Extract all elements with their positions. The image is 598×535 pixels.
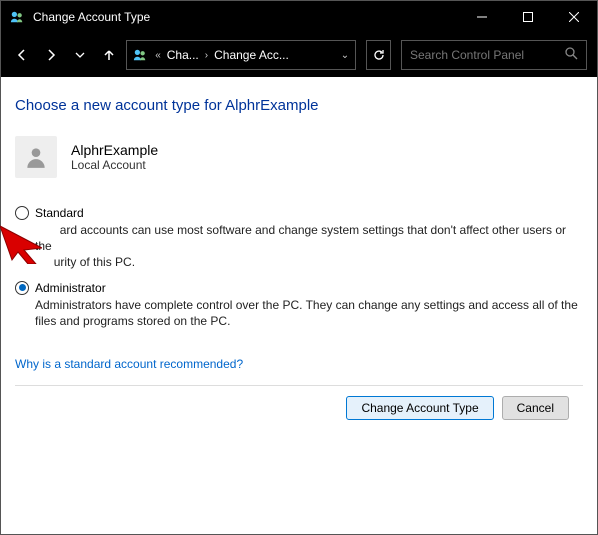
address-bar[interactable]: « Cha... › Change Acc... ⌄ xyxy=(126,40,356,70)
avatar xyxy=(15,136,57,178)
titlebar: Change Account Type xyxy=(1,1,597,33)
option-description: Administrators have complete control ove… xyxy=(15,295,583,329)
minimize-button[interactable] xyxy=(459,1,505,33)
users-icon xyxy=(133,47,149,63)
window-controls xyxy=(459,1,597,33)
content-area: Choose a new account type for AlphrExamp… xyxy=(1,77,597,430)
close-button[interactable] xyxy=(551,1,597,33)
option-description: Stanard accounts can use most software a… xyxy=(15,220,583,271)
user-summary: AlphrExample Local Account xyxy=(15,136,583,178)
option-standard[interactable]: Standard Stanard accounts can use most s… xyxy=(15,206,583,271)
refresh-button[interactable] xyxy=(366,40,391,70)
maximize-button[interactable] xyxy=(505,1,551,33)
window-title: Change Account Type xyxy=(33,10,459,24)
navbar: « Cha... › Change Acc... ⌄ xyxy=(1,33,597,77)
radio-administrator[interactable] xyxy=(15,281,29,295)
up-button[interactable] xyxy=(97,41,120,69)
dialog-footer: Change Account Type Cancel xyxy=(15,386,583,430)
back-button[interactable] xyxy=(11,41,34,69)
account-type-options: Standard Stanard accounts can use most s… xyxy=(15,206,583,329)
chevron-left-double-icon: « xyxy=(153,50,163,61)
cancel-button[interactable]: Cancel xyxy=(502,396,569,420)
change-account-type-button[interactable]: Change Account Type xyxy=(346,396,493,420)
forward-button[interactable] xyxy=(40,41,63,69)
chevron-right-icon: › xyxy=(203,50,210,61)
search-input[interactable] xyxy=(410,48,565,62)
search-box[interactable] xyxy=(401,40,587,70)
recent-dropdown[interactable] xyxy=(69,41,92,69)
recommended-link[interactable]: Why is a standard account recommended? xyxy=(15,357,243,371)
page-heading: Choose a new account type for AlphrExamp… xyxy=(15,97,583,114)
user-type: Local Account xyxy=(71,158,158,172)
search-icon xyxy=(565,47,578,63)
chevron-down-icon[interactable]: ⌄ xyxy=(341,50,349,61)
breadcrumb-segment[interactable]: Change Acc... xyxy=(214,48,289,62)
breadcrumb-segment[interactable]: Cha... xyxy=(167,48,199,62)
user-name: AlphrExample xyxy=(71,142,158,158)
option-label: Administrator xyxy=(35,281,106,295)
option-administrator[interactable]: Administrator Administrators have comple… xyxy=(15,281,583,329)
radio-standard[interactable] xyxy=(15,206,29,220)
users-icon xyxy=(9,9,25,25)
option-label: Standard xyxy=(35,206,84,220)
